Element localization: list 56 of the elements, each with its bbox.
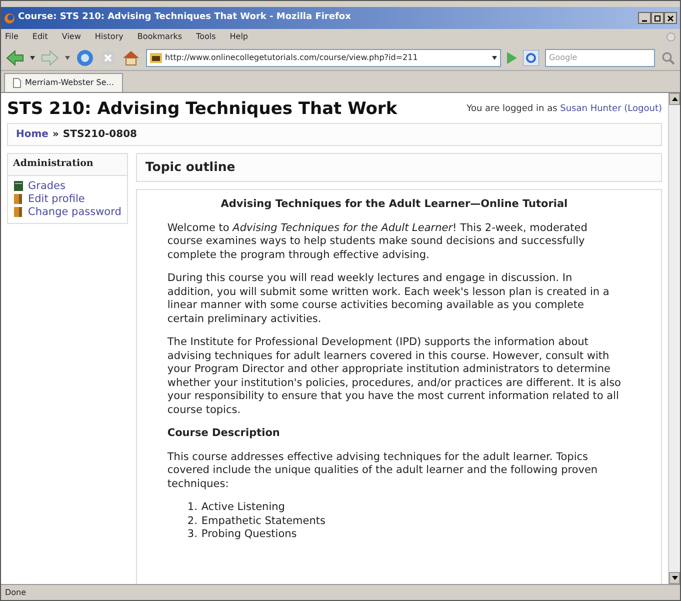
browser-tab[interactable]: Merriam-Webster Se... <box>4 73 123 92</box>
content-title: Advising Techniques for the Adult Learner—Online Tutorial <box>220 198 569 212</box>
scroll-up-button[interactable] <box>669 93 680 105</box>
close-icon <box>667 14 674 22</box>
url-text: http://www.onlinecollegetutorials.com/course/view.php?id=211 <box>165 52 419 64</box>
paragraph: Welcome to Advising Techniques for the Adult Learner! This 2-week, moderated course examines ways to help students make sound decisions and successfully complete the program through effective advising. <box>167 222 588 262</box>
menu-item[interactable]: Tools <box>196 31 216 43</box>
menu-item[interactable]: History <box>94 31 124 43</box>
browser-logo-icon <box>4 12 15 24</box>
menu-item[interactable]: Help <box>230 31 248 43</box>
paragraph: The Institute for Professional Development (IPD) supports the information about advising techniques for adult learners covered in this course. However, consult with your Program Director and other appropriate institution administrators to determine whether your institution's policies, procedures, and/or practices are different. It is also your responsibility to ensure that you have the most current information related to all course topics. <box>167 336 621 418</box>
login-text: You are logged in as <box>466 104 558 114</box>
page-icon <box>13 78 21 88</box>
menu-item[interactable]: Edit <box>32 31 48 43</box>
back-arrow-icon[interactable] <box>6 50 24 66</box>
list-number: 1. <box>187 501 198 515</box>
paragraph: During this course you will read weekly lectures and engage in discussion. In addition, you will submit some written work. Each week's lesson plan is created in a linear manner with some course activities becoming available as you complete certain preliminary activities. <box>167 272 610 326</box>
list-item: Empathetic Statements <box>201 514 326 528</box>
search-icon[interactable] <box>661 50 675 64</box>
user-link[interactable]: Susan Hunter <box>560 104 622 114</box>
list-item: Probing Questions <box>201 528 297 542</box>
breadcrumb-link[interactable]: Home <box>16 129 48 140</box>
paragraph: This course addresses effective advising techniques for the adult learner. Topics covered include the unique qualities of the adult learner and the following proven techniques: <box>167 450 599 492</box>
menu-item[interactable]: Bookmarks <box>137 31 182 43</box>
book-icon <box>14 207 23 218</box>
status-text: Done <box>5 586 26 598</box>
list-number: 3. <box>187 528 198 542</box>
dropdown-caret-icon[interactable] <box>492 56 497 60</box>
menu-item[interactable]: File <box>5 31 18 43</box>
maximize-button[interactable] <box>651 12 664 24</box>
sidebar-link[interactable]: Grades <box>28 180 66 193</box>
scrollbar[interactable] <box>668 93 680 584</box>
section-heading: Topic outline <box>136 153 662 182</box>
logout-link[interactable]: (Logout) <box>624 104 662 114</box>
sidebar-link[interactable]: Edit profile <box>28 192 85 206</box>
scroll-down-button[interactable] <box>669 572 680 584</box>
list-item: Active Listening <box>201 501 285 515</box>
subheading: Course Description <box>167 427 281 441</box>
minimize-button[interactable] <box>638 12 651 24</box>
home-icon[interactable] <box>122 50 140 66</box>
window-title: Course: STS 210: Advising Techniques That Work - Mozilla Firefox <box>18 11 352 24</box>
gradebook-icon <box>14 181 23 192</box>
maximize-icon <box>654 14 661 22</box>
block-title: Administration <box>8 154 128 176</box>
down-arrow-icon <box>672 576 678 580</box>
dropdown-caret-icon[interactable] <box>30 56 35 60</box>
breadcrumb-separator: » <box>52 129 59 140</box>
up-arrow-icon <box>672 97 678 101</box>
breadcrumb-current: STS210-0808 <box>62 129 138 140</box>
sidebar-link[interactable]: Change password <box>28 206 122 219</box>
book-icon <box>14 194 23 204</box>
close-button[interactable] <box>664 12 677 24</box>
page-title: STS 210: Advising Techniques That Work <box>7 99 398 120</box>
list-number: 2. <box>187 514 198 528</box>
address-bar[interactable]: http://www.onlinecollegetutorials.com/course/view.php?id=211 <box>146 48 501 66</box>
menu-item[interactable]: View <box>62 31 81 43</box>
